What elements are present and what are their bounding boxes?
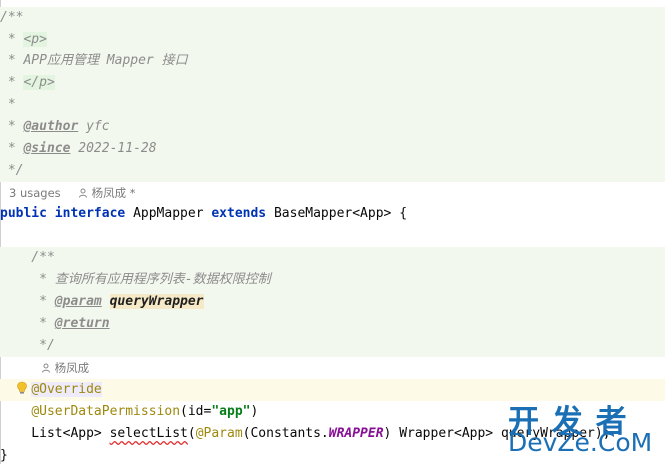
code-line: */ [0, 335, 665, 357]
code-line: * <p> [0, 29, 665, 51]
watermark-logo-sub: DevZe.CoM [508, 428, 653, 457]
code-line: /** [0, 247, 665, 269]
code-line: * </p> [0, 72, 665, 94]
code-line: * @param queryWrapper [0, 291, 665, 313]
usages-hint[interactable]: 3 usages [9, 182, 61, 204]
doc-tag: @return [54, 316, 110, 331]
code-line: * @return [0, 313, 665, 335]
html-tag: </p> [23, 75, 55, 90]
code-editor[interactable]: /** * <p> * APP应用管理 Mapper 接口 * </p> * *… [0, 0, 665, 464]
author-hint-label: 杨凤成 [54, 361, 90, 375]
code-line: /** [0, 7, 665, 29]
author-hint[interactable]: 杨凤成 [41, 357, 89, 379]
intention-bulb-icon[interactable] [16, 381, 28, 395]
code-line: * @author yfc [0, 116, 665, 138]
code-line: */ [0, 160, 665, 182]
code-line: * APP应用管理 Mapper 接口 [0, 50, 665, 72]
person-icon [42, 363, 50, 373]
doc-tag: @author [23, 119, 79, 134]
code-line: public interface AppMapper extends BaseM… [0, 206, 408, 221]
code-line: * @since 2022-11-28 [0, 138, 665, 160]
code-line: * [0, 94, 665, 116]
person-icon [79, 188, 87, 198]
doc-tag: @param [54, 294, 102, 309]
method-name[interactable]: selectList [110, 426, 188, 441]
param-name: queryWrapper [109, 294, 204, 309]
code-line: * 查询所有应用程序列表-数据权限控制 [0, 269, 665, 291]
doc-tag: @since [23, 141, 71, 156]
override-annotation[interactable]: @Override [31, 382, 102, 397]
author-hint-label: 杨凤成 * [91, 186, 136, 200]
author-hint[interactable]: 杨凤成 * [78, 182, 136, 204]
html-tag: <p> [23, 32, 47, 47]
